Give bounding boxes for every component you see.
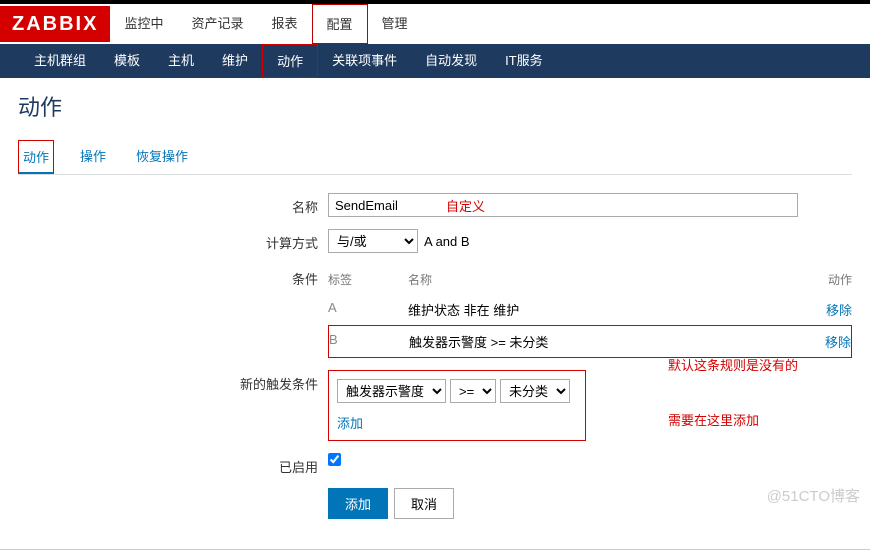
topnav-administration[interactable]: 管理 (368, 4, 422, 44)
tab-recovery[interactable]: 恢复操作 (132, 140, 192, 174)
cond-remove-link[interactable]: 移除 (801, 332, 851, 351)
topnav-configuration[interactable]: 配置 (312, 4, 368, 44)
subnav-actions[interactable]: 动作 (262, 44, 318, 78)
cond-name: 维护状态 非在 维护 (408, 300, 802, 319)
cond-header-tag: 标签 (328, 271, 408, 288)
annotation-2: 需要在这里添加 (668, 410, 759, 429)
cond-header-name: 名称 (408, 271, 802, 288)
cond-tag: A (328, 300, 408, 319)
cond-remove-link[interactable]: 移除 (802, 300, 852, 319)
enabled-label: 已启用 (38, 453, 328, 476)
subnav-templates[interactable]: 模板 (100, 44, 154, 78)
watermark: @51CTO博客 (767, 485, 860, 506)
name-hint: 自定义 (446, 196, 485, 215)
calc-select[interactable]: 与/或 (328, 229, 418, 253)
cond-row: A 维护状态 非在 维护 移除 (328, 294, 852, 325)
newcond-label: 新的触发条件 (38, 370, 328, 393)
subnav-discovery[interactable]: 自动发现 (411, 44, 491, 78)
cancel-button[interactable]: 取消 (394, 488, 454, 519)
name-label: 名称 (38, 193, 328, 216)
calc-label: 计算方式 (38, 229, 328, 252)
subnav-itservices[interactable]: IT服务 (491, 44, 557, 78)
cond-row: B 触发器示警度 >= 未分类 移除 (328, 325, 852, 358)
newcond-add-link[interactable]: 添加 (337, 413, 577, 432)
calc-note: A and B (424, 234, 470, 249)
tab-operations[interactable]: 操作 (76, 140, 110, 174)
logo: ZABBIX (0, 6, 110, 42)
top-nav: 监控中 资产记录 报表 配置 管理 (110, 4, 421, 44)
cond-tag: B (329, 332, 409, 351)
subnav-hostgroups[interactable]: 主机群组 (20, 44, 100, 78)
topnav-inventory[interactable]: 资产记录 (177, 4, 257, 44)
submit-button[interactable]: 添加 (328, 488, 388, 519)
subnav-correlation[interactable]: 关联项事件 (318, 44, 411, 78)
newcond-op-select[interactable]: >= (450, 379, 496, 403)
newcond-value-select[interactable]: 未分类 (500, 379, 570, 403)
sub-nav: 主机群组 模板 主机 维护 动作 关联项事件 自动发现 IT服务 (0, 44, 870, 78)
cond-header-action: 动作 (802, 271, 852, 288)
cond-name: 触发器示警度 >= 未分类 (409, 332, 801, 351)
topnav-reports[interactable]: 报表 (257, 4, 311, 44)
name-input[interactable] (328, 193, 798, 217)
subnav-hosts[interactable]: 主机 (154, 44, 208, 78)
newcond-field-select[interactable]: 触发器示警度 (337, 379, 446, 403)
tabs: 动作 操作 恢复操作 (18, 140, 852, 175)
subnav-maintenance[interactable]: 维护 (208, 44, 262, 78)
topnav-monitoring[interactable]: 监控中 (110, 4, 177, 44)
cond-label: 条件 (38, 265, 328, 288)
tab-action[interactable]: 动作 (18, 140, 54, 174)
enabled-checkbox[interactable] (328, 453, 341, 466)
page-title: 动作 (18, 90, 852, 122)
